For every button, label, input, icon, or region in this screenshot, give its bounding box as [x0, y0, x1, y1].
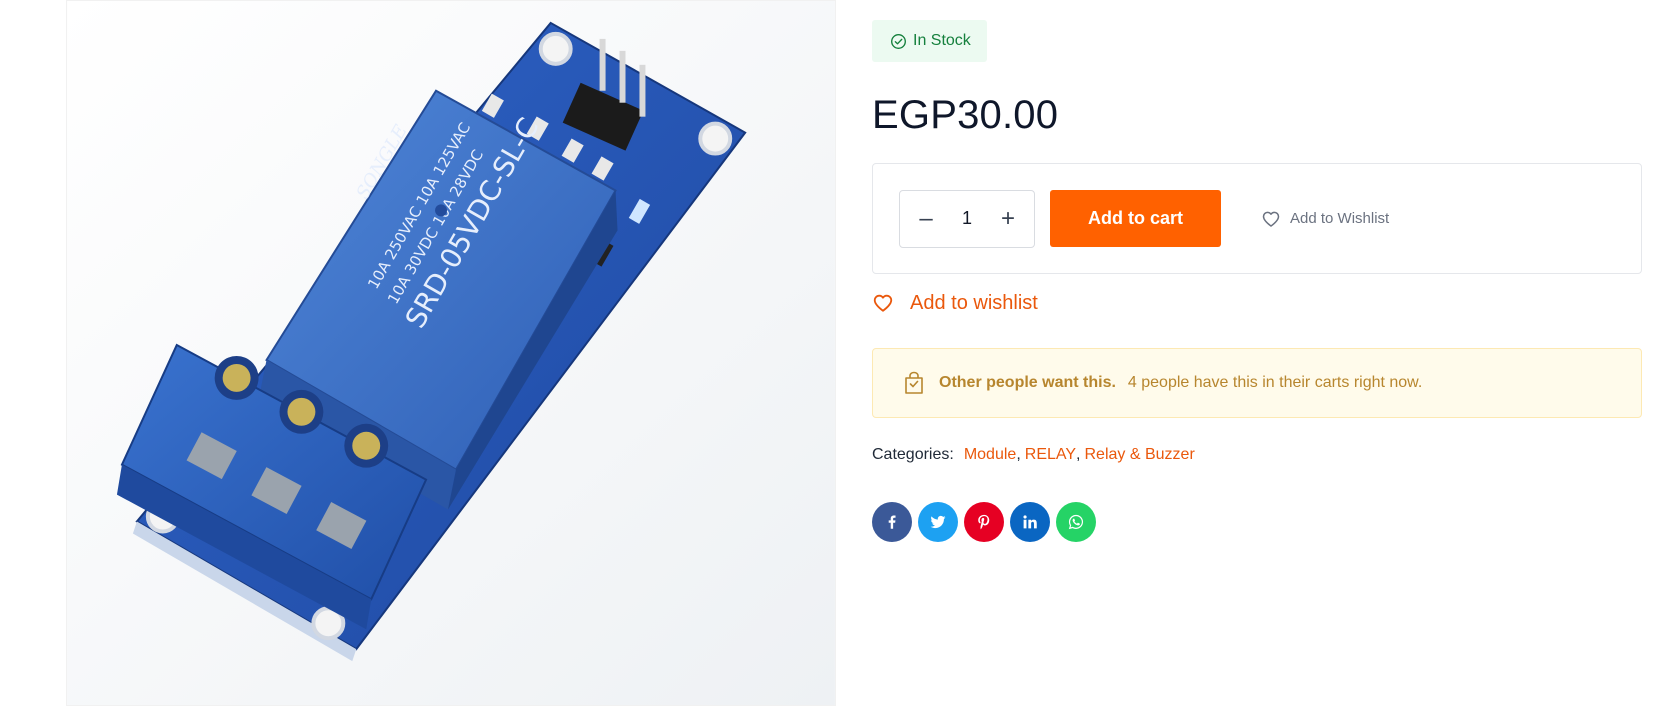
share-pinterest-button[interactable] — [964, 502, 1004, 542]
heart-icon — [1262, 211, 1280, 227]
categories-label: Categories: — [872, 446, 954, 463]
social-proof-message: 4 people have this in their carts right … — [1127, 374, 1423, 391]
add-to-wishlist-button[interactable]: Add to Wishlist — [1261, 209, 1389, 229]
heart-icon — [873, 294, 893, 312]
category-link-relay[interactable]: RELAY — [1025, 446, 1076, 464]
social-proof-notice: Other people want this. 4 people have th… — [872, 348, 1642, 418]
add-to-wishlist-label: Add to Wishlist — [1290, 210, 1390, 227]
add-to-wishlist-link[interactable]: Add to wishlist — [872, 288, 1642, 318]
quantity-stepper: – 1 + — [899, 189, 1035, 248]
social-share — [872, 502, 1642, 542]
quantity-decrease-button[interactable]: – — [916, 206, 936, 230]
pinterest-icon — [978, 514, 990, 530]
relay-module-image: SRD-05VDC-SL-C 10A 30VDC 10A 28VDC 10A 2… — [67, 1, 835, 705]
share-linkedin-button[interactable] — [1010, 502, 1050, 542]
check-circle-icon — [891, 33, 906, 49]
social-proof-headline: Other people want this. — [939, 374, 1116, 391]
quantity-input[interactable]: 1 — [962, 208, 972, 229]
category-link-relay-buzzer[interactable]: Relay & Buzzer — [1085, 446, 1195, 464]
share-whatsapp-button[interactable] — [1056, 502, 1096, 542]
quantity-increase-button[interactable]: + — [998, 206, 1018, 230]
share-twitter-button[interactable] — [918, 502, 958, 542]
facebook-icon — [888, 515, 896, 529]
linkedin-icon — [1023, 515, 1037, 529]
stock-status-badge: In Stock — [872, 20, 987, 62]
add-to-cart-button[interactable]: Add to cart — [1050, 190, 1221, 247]
twitter-icon — [930, 515, 946, 529]
category-link-module[interactable]: Module — [964, 446, 1016, 464]
product-image[interactable]: SRD-05VDC-SL-C 10A 30VDC 10A 28VDC 10A 2… — [66, 0, 836, 706]
stock-status-text: In Stock — [913, 32, 971, 49]
add-to-wishlist-link-label: Add to wishlist — [910, 291, 1038, 314]
add-to-cart-form: – 1 + Add to cart Add to Wishlist — [872, 163, 1642, 274]
whatsapp-icon — [1068, 514, 1084, 530]
share-facebook-button[interactable] — [872, 502, 912, 542]
shopping-bag-icon — [905, 371, 923, 394]
product-summary: In Stock EGP30.00 – 1 + Add to cart Add … — [872, 20, 1642, 542]
product-categories: Categories: Module, RELAY, Relay & Buzze… — [872, 446, 1195, 464]
product-price: EGP30.00 — [872, 93, 1059, 137]
